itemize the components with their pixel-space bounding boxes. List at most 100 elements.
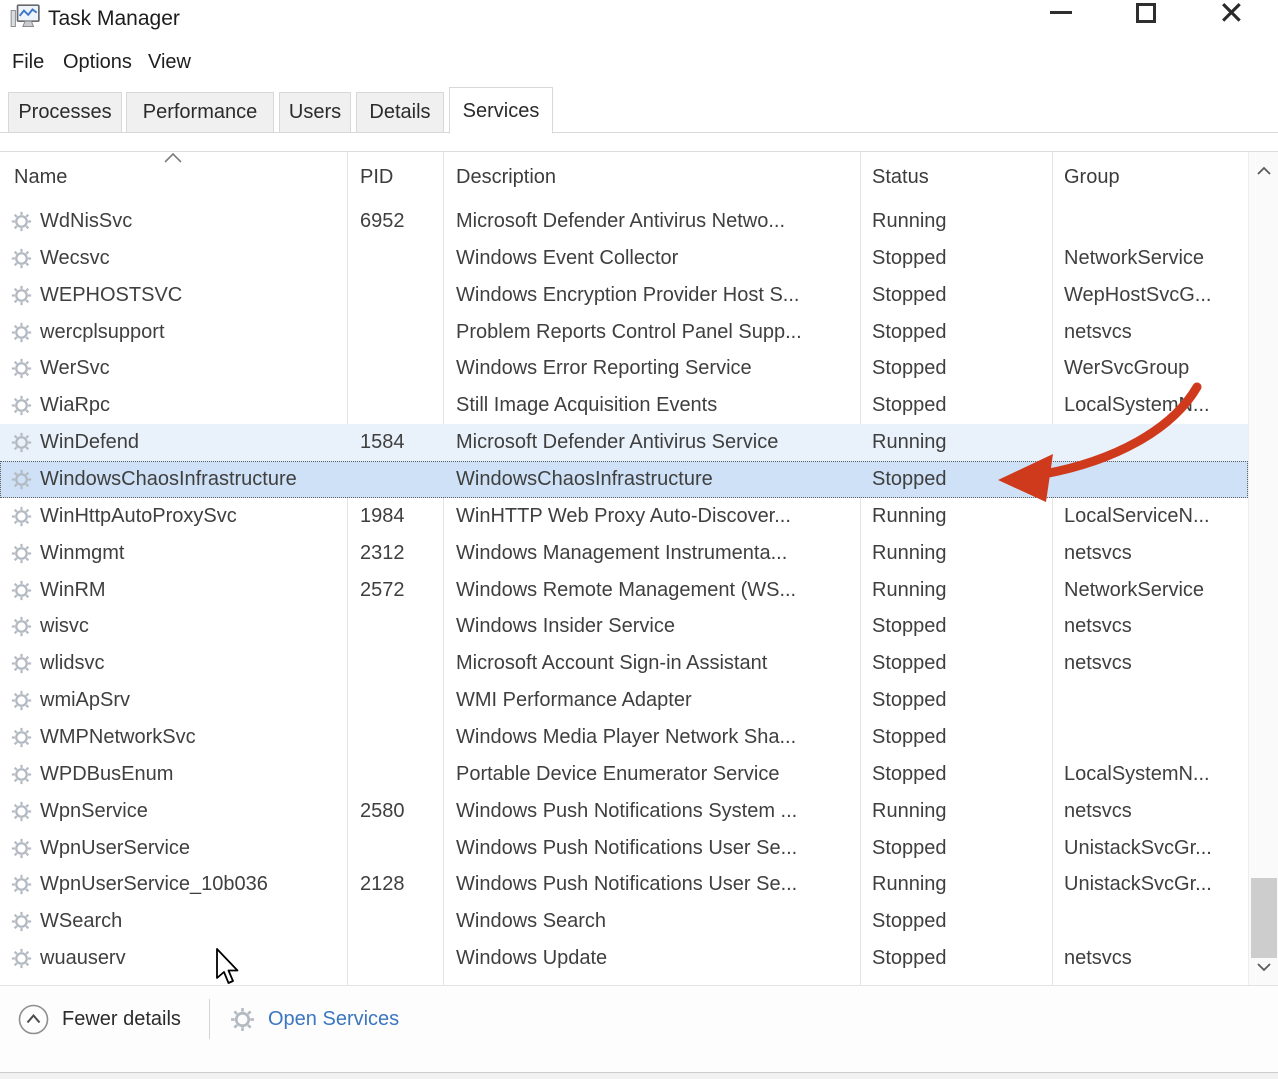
service-group: NetworkService: [1064, 240, 1204, 277]
service-name: WpnUserService: [40, 830, 190, 867]
service-gear-icon: [11, 948, 32, 969]
task-manager-window: Task Manager ✕ File Options View Process…: [0, 0, 1278, 1079]
service-row[interactable]: WSearch Windows Search Stopped: [0, 903, 1248, 940]
scrollbar-thumb[interactable]: [1251, 878, 1277, 958]
tab-performance[interactable]: Performance: [126, 92, 274, 133]
service-name: wuauserv: [40, 940, 126, 977]
service-row[interactable]: WinRM 2572 Windows Remote Management (WS…: [0, 572, 1248, 609]
menu-file[interactable]: File: [12, 40, 44, 85]
service-name: WiaRpc: [40, 387, 110, 424]
service-row[interactable]: wercplsupport Problem Reports Control Pa…: [0, 314, 1248, 351]
service-group: netsvcs: [1064, 314, 1132, 351]
service-group: netsvcs: [1064, 535, 1132, 572]
service-status: Stopped: [872, 903, 947, 940]
service-gear-icon: [11, 543, 32, 564]
service-name: wercplsupport: [40, 314, 165, 351]
menu-options[interactable]: Options: [63, 40, 132, 85]
service-row[interactable]: wisvc Windows Insider Service Stopped ne…: [0, 608, 1248, 645]
service-description: Windows Push Notifications System ...: [456, 793, 797, 830]
service-pid: 2312: [360, 535, 405, 572]
service-name: wisvc: [40, 608, 89, 645]
tab-processes[interactable]: Processes: [8, 92, 122, 133]
column-header-pid[interactable]: PID: [360, 152, 393, 202]
minimize-button[interactable]: [1036, 0, 1086, 30]
service-description: Windows Update: [456, 940, 607, 977]
scroll-down-button[interactable]: [1249, 952, 1278, 982]
service-group: NetworkService: [1064, 572, 1204, 609]
sort-ascending-icon: [162, 151, 184, 164]
menu-view[interactable]: View: [148, 40, 191, 85]
service-row[interactable]: WdNisSvc 6952 Microsoft Defender Antivir…: [0, 203, 1248, 240]
column-header-group[interactable]: Group: [1064, 152, 1120, 202]
service-group: netsvcs: [1064, 940, 1132, 977]
service-group: LocalSystemN...: [1064, 387, 1210, 424]
service-gear-icon: [11, 616, 32, 637]
service-row[interactable]: Winmgmt 2312 Windows Management Instrume…: [0, 535, 1248, 572]
service-description: Windows Event Collector: [456, 240, 678, 277]
service-description: Windows Push Notifications User Se...: [456, 830, 797, 867]
service-name: WindowsChaosInfrastructure: [40, 461, 297, 498]
service-status: Running: [872, 424, 947, 461]
service-gear-icon: [11, 727, 32, 748]
maximize-button[interactable]: [1120, 0, 1170, 30]
service-pid: 2128: [360, 866, 405, 903]
service-group: UnistackSvcGr...: [1064, 830, 1212, 867]
service-row[interactable]: WinHttpAutoProxySvc 1984 WinHTTP Web Pro…: [0, 498, 1248, 535]
service-group: WepHostSvcG...: [1064, 277, 1211, 314]
window-title: Task Manager: [48, 0, 180, 38]
scroll-up-button[interactable]: [1249, 156, 1278, 186]
service-group: netsvcs: [1064, 645, 1132, 682]
tab-services[interactable]: Services: [449, 87, 553, 134]
gear-icon: [230, 1007, 255, 1032]
fewer-details-label: Fewer details: [62, 1004, 181, 1035]
tab-details[interactable]: Details: [356, 92, 444, 133]
service-name: WinHttpAutoProxySvc: [40, 498, 237, 535]
service-name: WSearch: [40, 903, 122, 940]
service-name: wlidsvc: [40, 645, 104, 682]
close-button[interactable]: ✕: [1206, 0, 1256, 30]
service-row[interactable]: WinDefend 1584 Microsoft Defender Antivi…: [0, 424, 1248, 461]
service-row[interactable]: WerSvc Windows Error Reporting Service S…: [0, 350, 1248, 387]
service-row[interactable]: wlidsvc Microsoft Account Sign-in Assist…: [0, 645, 1248, 682]
service-status: Running: [872, 203, 947, 240]
service-description: Problem Reports Control Panel Supp...: [456, 314, 802, 351]
title-bar[interactable]: Task Manager ✕: [0, 0, 1278, 40]
tab-strip: Processes Performance Users Details Serv…: [0, 85, 1278, 133]
service-row[interactable]: WEPHOSTSVC Windows Encryption Provider H…: [0, 277, 1248, 314]
service-row[interactable]: WPDBusEnum Portable Device Enumerator Se…: [0, 756, 1248, 793]
service-gear-icon: [11, 874, 32, 895]
service-gear-icon: [11, 506, 32, 527]
column-header-name[interactable]: Name: [14, 152, 67, 202]
column-header-description[interactable]: Description: [456, 152, 556, 202]
service-description: Portable Device Enumerator Service: [456, 756, 779, 793]
chevron-up-icon: [1257, 166, 1271, 176]
service-group: LocalSystemN...: [1064, 756, 1210, 793]
service-row[interactable]: wuauserv Windows Update Stopped netsvcs: [0, 940, 1248, 977]
service-group: netsvcs: [1064, 608, 1132, 645]
service-status: Stopped: [872, 756, 947, 793]
service-row[interactable]: WiaRpc Still Image Acquisition Events St…: [0, 387, 1248, 424]
service-row[interactable]: WindowsChaosInfrastructure WindowsChaosI…: [0, 461, 1248, 498]
service-row[interactable]: WMPNetworkSvc Windows Media Player Netwo…: [0, 719, 1248, 756]
tab-users[interactable]: Users: [279, 92, 351, 133]
service-row[interactable]: WpnUserService_10b036 2128 Windows Push …: [0, 866, 1248, 903]
service-status: Stopped: [872, 608, 947, 645]
service-pid: 1984: [360, 498, 405, 535]
open-services-label: Open Services: [268, 1004, 399, 1035]
service-status: Running: [872, 793, 947, 830]
service-status: Stopped: [872, 719, 947, 756]
service-gear-icon: [11, 911, 32, 932]
service-name: WpnService: [40, 793, 148, 830]
service-gear-icon: [11, 801, 32, 822]
service-name: Wecsvc: [40, 240, 110, 277]
service-name: WMPNetworkSvc: [40, 719, 196, 756]
service-row[interactable]: WpnService 2580 Windows Push Notificatio…: [0, 793, 1248, 830]
service-row[interactable]: wmiApSrv WMI Performance Adapter Stopped: [0, 682, 1248, 719]
service-row[interactable]: WpnUserService Windows Push Notification…: [0, 830, 1248, 867]
vertical-scrollbar[interactable]: [1248, 152, 1278, 985]
maximize-icon: [1136, 3, 1156, 23]
column-header-status[interactable]: Status: [872, 152, 929, 202]
service-gear-icon: [11, 395, 32, 416]
service-row[interactable]: Wecsvc Windows Event Collector Stopped N…: [0, 240, 1248, 277]
service-description: Windows Remote Management (WS...: [456, 572, 796, 609]
